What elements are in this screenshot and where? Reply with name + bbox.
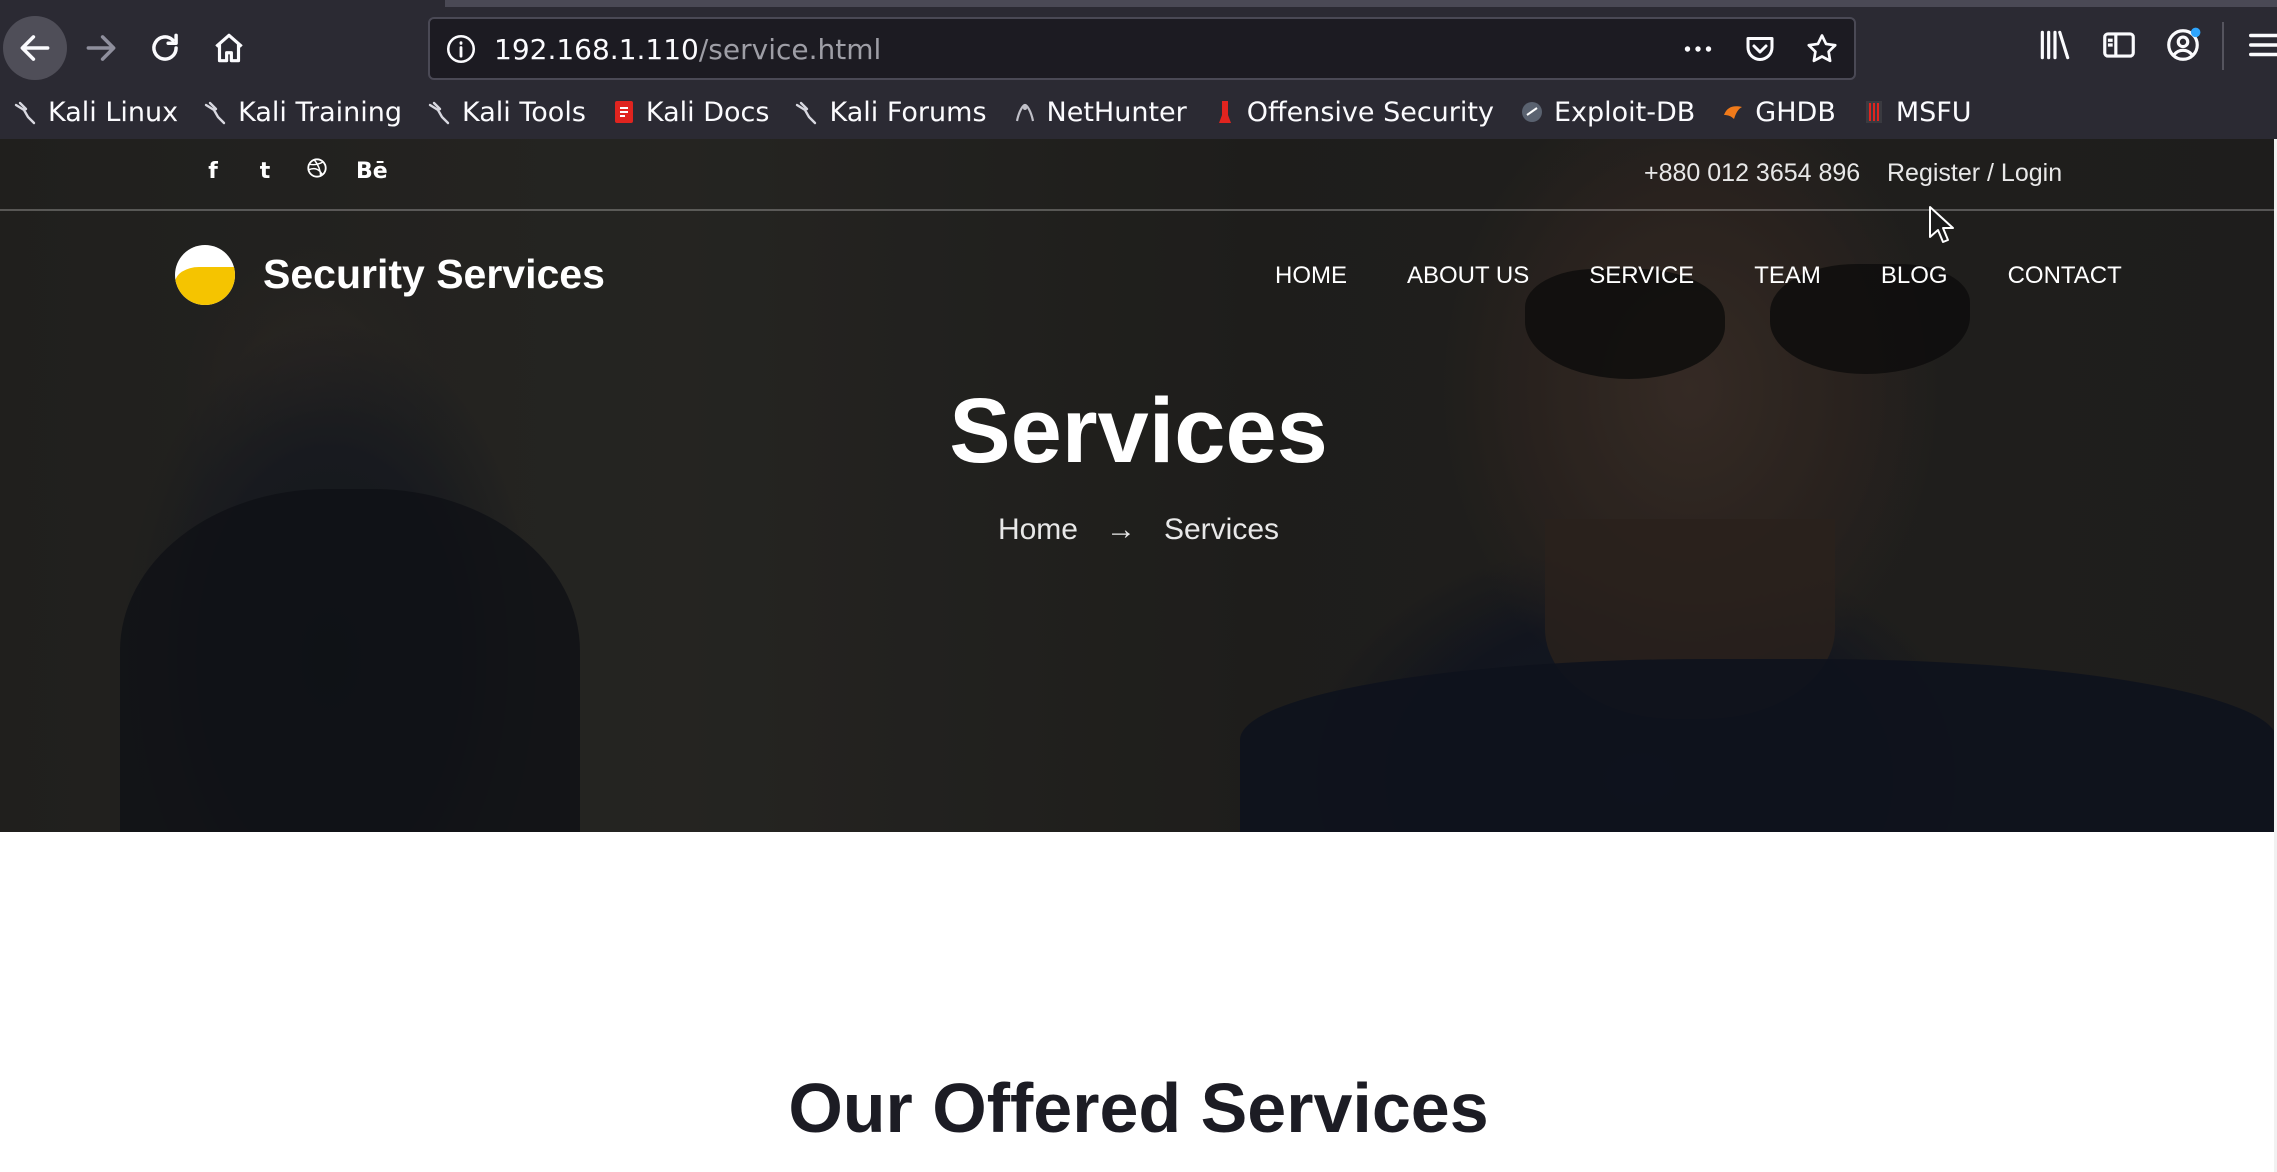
reload-button[interactable] — [133, 16, 197, 80]
ghdb-icon — [1724, 106, 1743, 119]
bookmark-kali-tools[interactable]: Kali Tools — [428, 97, 586, 128]
nav-blog[interactable]: BLOG — [1881, 262, 1948, 290]
bookmark-label: Kali Docs — [645, 96, 770, 128]
bookmark-kali-docs[interactable]: Kali Docs — [612, 96, 770, 128]
info-icon[interactable] — [444, 32, 478, 66]
bookmark-label: Offensive Security — [1246, 96, 1494, 128]
bookmark-kali-training[interactable]: Kali Training — [204, 97, 402, 128]
bookmark-label: Kali Training — [238, 96, 403, 128]
home-button[interactable] — [197, 16, 261, 80]
arrow-right-icon: → — [1105, 513, 1136, 546]
behance-icon[interactable]: Bē — [356, 159, 388, 184]
nav-contact[interactable]: CONTACT — [2008, 262, 2122, 290]
page-title: Services — [949, 380, 1328, 482]
bookmark-ghdb[interactable]: GHDB — [1721, 97, 1836, 128]
library-button[interactable] — [2036, 26, 2074, 66]
bookmark-nethunter[interactable]: NetHunter — [1013, 97, 1187, 128]
bookmark-label: Kali Forums — [829, 96, 987, 128]
twitter-icon[interactable]: t — [252, 159, 278, 184]
nav-home[interactable]: HOME — [1275, 262, 1347, 290]
bookmarks-toolbar: Kali Linux Kali Training Kali Tools Kali… — [14, 91, 1972, 133]
site-brand-name[interactable]: Security Services — [263, 251, 605, 298]
mouse-pointer-icon — [1929, 206, 1954, 243]
app-menu-button[interactable] — [2246, 26, 2277, 66]
pocket-icon[interactable] — [1742, 31, 1778, 67]
back-button[interactable] — [3, 16, 67, 80]
kali-dragon-icon — [14, 101, 36, 125]
sidebar-icon — [2103, 32, 2135, 58]
url-bar[interactable]: 192.168.1.110/service.html — [428, 17, 1856, 80]
account-icon — [2167, 27, 2201, 61]
social-links: f t Bē — [200, 157, 388, 185]
sidebar-button[interactable] — [2100, 26, 2138, 66]
bookmark-exploit-db[interactable]: Exploit-DB — [1520, 97, 1695, 128]
register-login-link[interactable]: Register / Login — [1887, 159, 2062, 188]
bookmark-star-icon[interactable] — [1804, 31, 1840, 67]
main-navigation: HOME ABOUT US SERVICE TEAM BLOG CONTACT — [1275, 262, 2122, 290]
browser-chrome: 192.168.1.110/service.html Kali Linux Ka… — [0, 0, 2277, 139]
bookmark-label: Kali Linux — [48, 96, 179, 128]
url-actions — [1680, 31, 1840, 67]
more-actions-icon[interactable] — [1680, 31, 1716, 67]
bookmark-label: GHDB — [1755, 96, 1836, 128]
nav-team[interactable]: TEAM — [1754, 262, 1821, 290]
dribbble-icon[interactable] — [304, 157, 330, 185]
tab-strip-edge — [445, 0, 2277, 7]
forward-button[interactable] — [69, 16, 133, 80]
breadcrumb-home[interactable]: Home — [998, 513, 1078, 546]
bookmark-label: NetHunter — [1046, 96, 1187, 128]
url-host: 192.168.1.110 — [494, 33, 699, 66]
bookmark-label: Kali Tools — [462, 96, 586, 128]
kali-dragon-icon — [796, 101, 817, 125]
bookmark-msfu[interactable]: MSFU — [1862, 97, 1972, 128]
home-icon — [215, 33, 243, 63]
kali-docs-icon — [614, 101, 633, 123]
arrow-left-icon — [20, 35, 50, 61]
bookmark-offensive-security[interactable]: Offensive Security — [1213, 97, 1494, 128]
reload-icon — [152, 33, 178, 61]
nav-service[interactable]: SERVICE — [1589, 262, 1694, 290]
site-logo[interactable] — [175, 245, 235, 305]
library-icon — [2040, 30, 2070, 60]
nethunter-icon — [1015, 103, 1034, 122]
breadcrumb-current: Services — [1163, 513, 1280, 546]
contact-phone: +880 012 3654 896 — [1644, 159, 1861, 187]
bookmark-label: Exploit-DB — [1553, 96, 1696, 128]
url-text[interactable]: 192.168.1.110/service.html — [494, 33, 881, 66]
nav-about-us[interactable]: ABOUT US — [1407, 262, 1529, 290]
breadcrumb: Home → Services — [0, 513, 2277, 547]
msfu-icon — [1865, 101, 1882, 123]
url-path: /service.html — [698, 33, 882, 66]
exploit-db-icon — [1521, 102, 1542, 122]
bookmark-kali-linux[interactable]: Kali Linux — [14, 97, 178, 128]
kali-dragon-icon — [428, 101, 450, 125]
toolbar-separator — [2222, 22, 2224, 70]
bookmark-kali-forums[interactable]: Kali Forums — [795, 96, 987, 128]
section-title: Our Offered Services — [788, 1069, 1489, 1147]
facebook-icon[interactable]: f — [200, 159, 226, 184]
bookmark-label: MSFU — [1895, 96, 1972, 128]
account-button[interactable] — [2164, 26, 2202, 66]
arrow-right-icon — [86, 35, 116, 61]
hamburger-icon — [2249, 33, 2277, 57]
offsec-icon — [1218, 101, 1231, 123]
kali-dragon-icon — [204, 101, 226, 125]
